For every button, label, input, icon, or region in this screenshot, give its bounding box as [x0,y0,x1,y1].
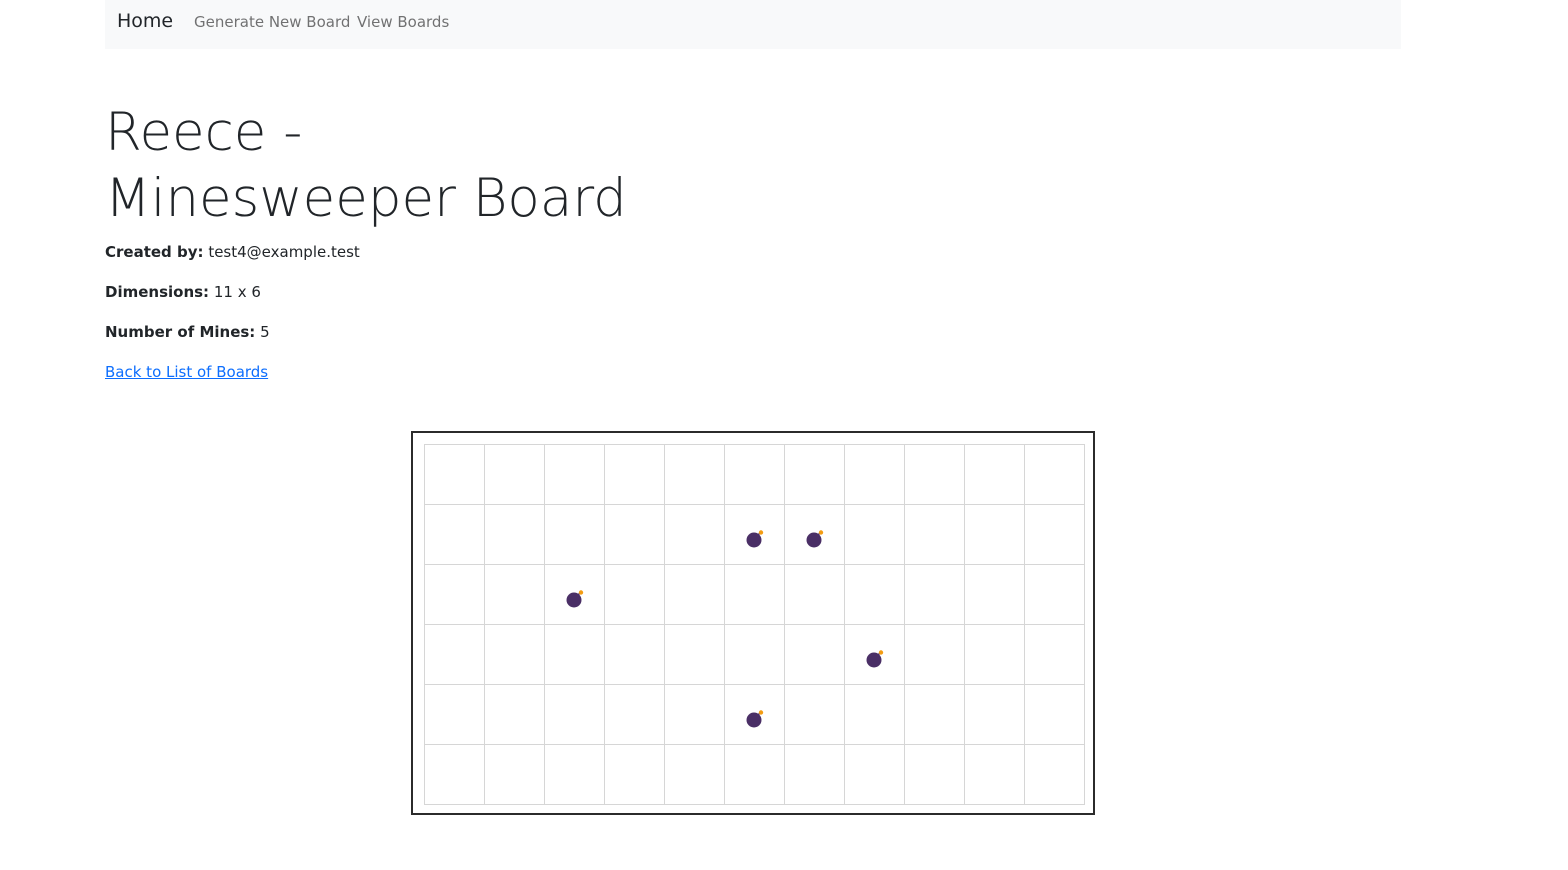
nav-home-link[interactable]: Home [117,10,173,32]
board-cell[interactable] [844,504,905,565]
board-cell[interactable] [604,504,665,565]
board-cell[interactable] [424,684,485,745]
board-cell[interactable] [844,684,905,745]
bomb-icon [566,590,584,608]
board-cell[interactable] [784,444,845,505]
board-cell[interactable] [904,684,965,745]
board-cell[interactable] [1024,624,1085,685]
board-cell[interactable] [1024,444,1085,505]
board-cell[interactable] [604,684,665,745]
board-cell[interactable] [904,504,965,565]
mines-count-label: Number of Mines: [105,323,256,341]
board-cell[interactable] [604,564,665,625]
navbar: Home Generate New Board View Boards [105,0,1401,49]
created-by-row: Created by: test4@example.test [105,242,360,262]
board-cell[interactable] [484,444,545,505]
board-cell[interactable] [484,744,545,805]
board-cell[interactable] [964,684,1025,745]
board-cell[interactable] [904,744,965,805]
board-cell[interactable] [1024,504,1085,565]
board-cell[interactable] [844,444,905,505]
board-cell[interactable] [784,684,845,745]
created-by-value: test4@example.test [208,243,360,261]
board-cell[interactable] [844,564,905,625]
board-cell[interactable] [604,444,665,505]
board-cell[interactable] [784,744,845,805]
board-cell[interactable] [664,744,725,805]
bomb-icon [866,650,884,668]
board-cell[interactable] [964,504,1025,565]
board-cell[interactable] [784,624,845,685]
board-cell[interactable] [424,744,485,805]
board-cell[interactable] [664,444,725,505]
back-to-list-link[interactable]: Back to List of Boards [105,362,268,382]
nav-view-boards-link[interactable]: View Boards [357,13,449,31]
nav-generate-new-board-link[interactable]: Generate New Board [194,13,350,31]
board-grid [424,444,1085,805]
dimensions-value: 11 x 6 [213,283,261,301]
board-cell[interactable] [904,624,965,685]
board-cell[interactable] [964,744,1025,805]
board-cell[interactable] [484,564,545,625]
board-cell[interactable] [664,624,725,685]
bomb-icon [746,530,764,548]
board-cell[interactable] [904,564,965,625]
board-cell[interactable] [724,564,785,625]
board-cell[interactable] [784,504,845,565]
board-cell[interactable] [604,624,665,685]
board-cell[interactable] [724,624,785,685]
board-cell[interactable] [664,504,725,565]
board-cell[interactable] [724,684,785,745]
board-cell[interactable] [724,744,785,805]
board-cell[interactable] [544,444,605,505]
board-cell[interactable] [544,564,605,625]
board-cell[interactable] [1024,684,1085,745]
board-cell[interactable] [724,504,785,565]
board-cell[interactable] [424,444,485,505]
board-cell[interactable] [544,744,605,805]
board-cell[interactable] [784,564,845,625]
board-cell[interactable] [904,444,965,505]
board-cell[interactable] [964,444,1025,505]
board-cell[interactable] [484,684,545,745]
board-cell[interactable] [964,564,1025,625]
board-cell[interactable] [1024,564,1085,625]
board-cell[interactable] [544,684,605,745]
board-cell[interactable] [844,624,905,685]
board-cell[interactable] [844,744,905,805]
board-cell[interactable] [604,744,665,805]
minesweeper-board [411,431,1095,815]
board-cell[interactable] [664,564,725,625]
mines-count-row: Number of Mines: 5 [105,322,270,342]
bomb-icon [806,530,824,548]
board-cell[interactable] [664,684,725,745]
mines-count-value: 5 [260,323,270,341]
bomb-icon [746,710,764,728]
dimensions-label: Dimensions: [105,283,210,301]
board-cell[interactable] [544,504,605,565]
board-cell[interactable] [424,624,485,685]
page-title: Reece - Minesweeper Board [105,102,627,229]
board-cell[interactable] [1024,744,1085,805]
board-cell[interactable] [544,624,605,685]
created-by-label: Created by: [105,243,204,261]
board-cell[interactable] [484,624,545,685]
board-cell[interactable] [424,564,485,625]
board-cell[interactable] [424,504,485,565]
dimensions-row: Dimensions: 11 x 6 [105,282,261,302]
board-cell[interactable] [964,624,1025,685]
board-cell[interactable] [484,504,545,565]
board-cell[interactable] [724,444,785,505]
